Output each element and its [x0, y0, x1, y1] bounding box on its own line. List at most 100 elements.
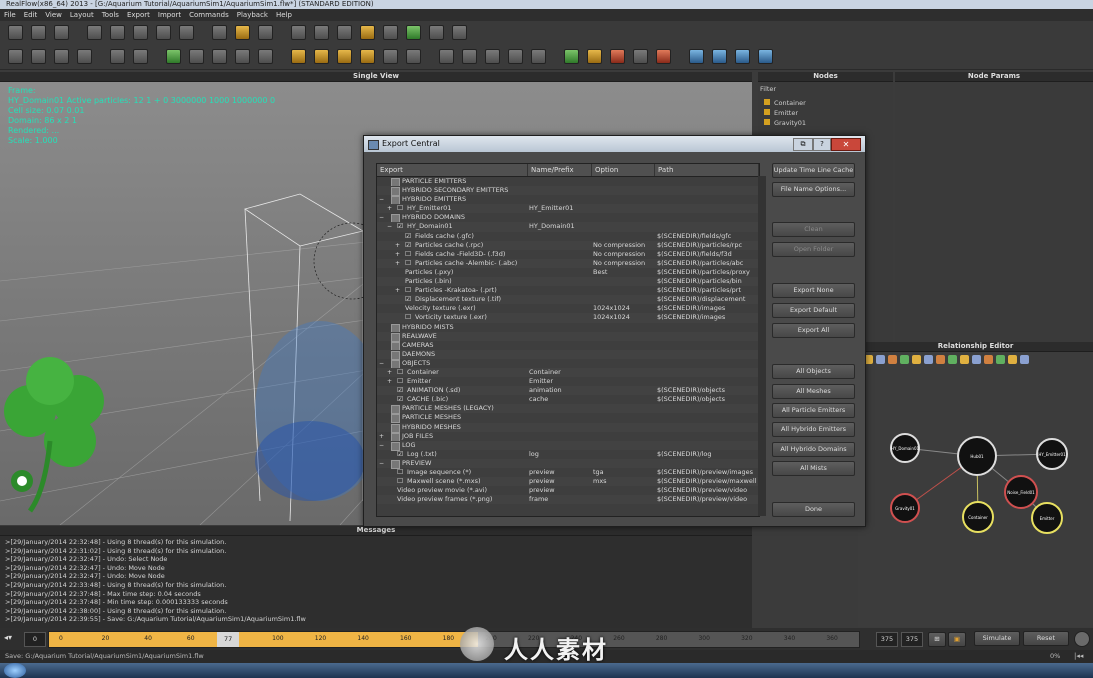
timeline-track[interactable]: 0204060801001201401601802002202402602803… [48, 631, 860, 648]
col-path[interactable]: Path [655, 164, 759, 176]
toolbar-tool-icon[interactable] [212, 49, 227, 64]
relationship-node[interactable]: Hub01 [957, 436, 997, 476]
export-row[interactable]: HYBRIDO MESHES [377, 422, 759, 433]
export-row[interactable]: PARTICLE MESHES (LEGACY) [377, 404, 759, 415]
toolbar-tool-icon[interactable] [235, 49, 250, 64]
toolbar-tool-icon[interactable] [179, 25, 194, 40]
timeline-current-frame[interactable]: 77 [217, 632, 240, 647]
export-checkbox[interactable]: ☐ [397, 477, 403, 486]
export-row[interactable]: ☑ Fields cache (.gfc) $(SCENEDIR)/fields/g… [377, 232, 759, 241]
toolbar-tool-icon[interactable] [87, 25, 102, 40]
toolbar-tool-icon[interactable] [314, 49, 329, 64]
toolbar-tool-icon[interactable] [291, 25, 306, 40]
export-row[interactable]: Particles (.pxy) Best $(SCENEDIR)/particle… [377, 268, 759, 277]
all-hybrido-emitters-button[interactable]: All Hybrido Emitters [772, 422, 855, 437]
expand-icon[interactable]: + [387, 368, 392, 377]
export-checkbox[interactable]: ☑ [397, 222, 403, 231]
relationship-node[interactable]: Noise_Field01 [1004, 475, 1038, 509]
export-row[interactable]: + ☐ Container Container [377, 367, 759, 378]
relationship-node[interactable]: Container [962, 501, 994, 533]
all-mists-button[interactable]: All Mists [772, 461, 855, 476]
menu-view[interactable]: View [45, 9, 62, 21]
expand-icon[interactable]: + [395, 250, 400, 259]
export-tree[interactable]: Export Name/Prefix Option Path PARTICLE … [376, 163, 760, 517]
relationship-node[interactable]: Emitter [1031, 502, 1063, 534]
toolbar-tool-icon[interactable] [712, 49, 727, 64]
col-export[interactable]: Export [377, 164, 528, 176]
collapse-icon[interactable]: − [379, 213, 384, 222]
node-item[interactable]: Container [764, 98, 806, 108]
simulate-button[interactable]: Simulate [974, 631, 1020, 646]
toolbar-tool-icon[interactable] [258, 49, 273, 64]
collapse-icon[interactable]: − [379, 195, 384, 204]
toolbar-tool-icon[interactable] [360, 49, 375, 64]
toolbar-tool-icon[interactable] [235, 25, 250, 40]
toolbar-tool-icon[interactable] [314, 25, 329, 40]
node-item[interactable]: Gravity01 [764, 118, 806, 128]
menu-help[interactable]: Help [276, 9, 292, 21]
export-all-button[interactable]: Export All [772, 323, 855, 338]
start-button-icon[interactable] [4, 663, 26, 678]
settings-gear-icon[interactable] [1074, 631, 1090, 647]
export-row[interactable]: ☑ Log (.txt) log $(SCENEDIR)/log [377, 450, 759, 459]
toolbar-tool-icon[interactable] [77, 49, 92, 64]
all-hybrido-domains-button[interactable]: All Hybrido Domains [772, 442, 855, 457]
toolbar-tool-icon[interactable] [587, 49, 602, 64]
expand-icon[interactable]: + [387, 377, 392, 386]
export-checkbox[interactable]: ☑ [397, 386, 403, 395]
col-option[interactable]: Option [592, 164, 655, 176]
toolbar-tool-icon[interactable] [133, 25, 148, 40]
export-row[interactable]: Video preview movie (*.avi) preview $(SCEN… [377, 486, 759, 495]
export-row[interactable]: − ☑ HY_Domain01 HY_Domain01 [377, 222, 759, 232]
export-checkbox[interactable]: ☐ [397, 377, 403, 386]
toolbar-tool-icon[interactable] [110, 49, 125, 64]
export-checkbox[interactable]: ☑ [405, 295, 411, 304]
toolbar-tool-icon[interactable] [735, 49, 750, 64]
menu-tools[interactable]: Tools [102, 9, 119, 21]
reset-button[interactable]: Reset [1023, 631, 1069, 646]
export-none-button[interactable]: Export None [772, 283, 855, 298]
export-row[interactable]: HYBRIDO SECONDARY EMITTERS [377, 186, 759, 197]
export-row[interactable]: Particles (.bin) $(SCENEDIR)/particles/bi… [377, 277, 759, 287]
export-row[interactable]: + JOB FILES [377, 432, 759, 442]
export-row[interactable]: ☐ Maxwell scene (*.mxs) preview mxs $(SCENED… [377, 477, 759, 487]
toolbar-tool-icon[interactable] [406, 49, 421, 64]
menu-layout[interactable]: Layout [70, 9, 94, 21]
timeline-end-field[interactable]: 375 [876, 632, 898, 647]
export-row[interactable]: + ☐ Emitter Emitter [377, 377, 759, 386]
export-row[interactable]: DAEMONS [377, 349, 759, 360]
nodes-filter-label[interactable]: Filter [758, 82, 893, 93]
collapse-icon[interactable]: − [387, 222, 392, 231]
col-name-prefix[interactable]: Name/Prefix [528, 164, 592, 176]
toolbar-tool-icon[interactable] [689, 49, 704, 64]
tree-scrollbar[interactable] [758, 176, 766, 516]
menu-import[interactable]: Import [158, 9, 181, 21]
timeline-menu-icon[interactable]: ◂▾ [4, 633, 16, 645]
toolbar-tool-icon[interactable] [8, 25, 23, 40]
relationship-editor[interactable]: Relationship Editor HY_Domain01 Hub01 HY_E… [858, 342, 1093, 627]
export-row[interactable]: REALWAVE [377, 331, 759, 342]
toolbar-tool-icon[interactable] [564, 49, 579, 64]
toolbar-tool-icon[interactable] [452, 25, 467, 40]
toolbar-tool-icon[interactable] [337, 49, 352, 64]
export-row[interactable]: + ☑ Particles cache (.rpc) No compression $(… [377, 240, 759, 250]
all-particle-emitters-button[interactable]: All Particle Emitters [772, 403, 855, 418]
toolbar-tool-icon[interactable] [212, 25, 227, 40]
dialog-titlebar[interactable]: Export Central ⧉ ? ✕ [364, 136, 865, 152]
timeline-max-field[interactable]: 375 [901, 632, 923, 647]
file-name-options-button[interactable]: File Name Options... [772, 182, 855, 197]
toolbar-tool-icon[interactable] [531, 49, 546, 64]
export-checkbox[interactable]: ☑ [405, 241, 411, 250]
export-checkbox[interactable]: ☐ [397, 368, 403, 377]
export-row[interactable]: Video preview frames (*.png) frame $(SCENE… [377, 495, 759, 505]
export-default-button[interactable]: Export Default [772, 303, 855, 318]
export-checkbox[interactable]: ☐ [405, 250, 411, 259]
node-item[interactable]: Emitter [764, 108, 806, 118]
toolbar-tool-icon[interactable] [337, 25, 352, 40]
all-meshes-button[interactable]: All Meshes [772, 384, 855, 399]
export-row[interactable]: Velocity texture (.exr) 1024x1024 $(SCENED… [377, 304, 759, 313]
export-row[interactable]: PARTICLE EMITTERS [377, 177, 759, 187]
export-row[interactable]: ☑ ANIMATION (.sd) animation $(SCENEDIR)/obj… [377, 386, 759, 396]
export-checkbox[interactable]: ☑ [397, 395, 403, 404]
toolbar-tool-icon[interactable] [656, 49, 671, 64]
